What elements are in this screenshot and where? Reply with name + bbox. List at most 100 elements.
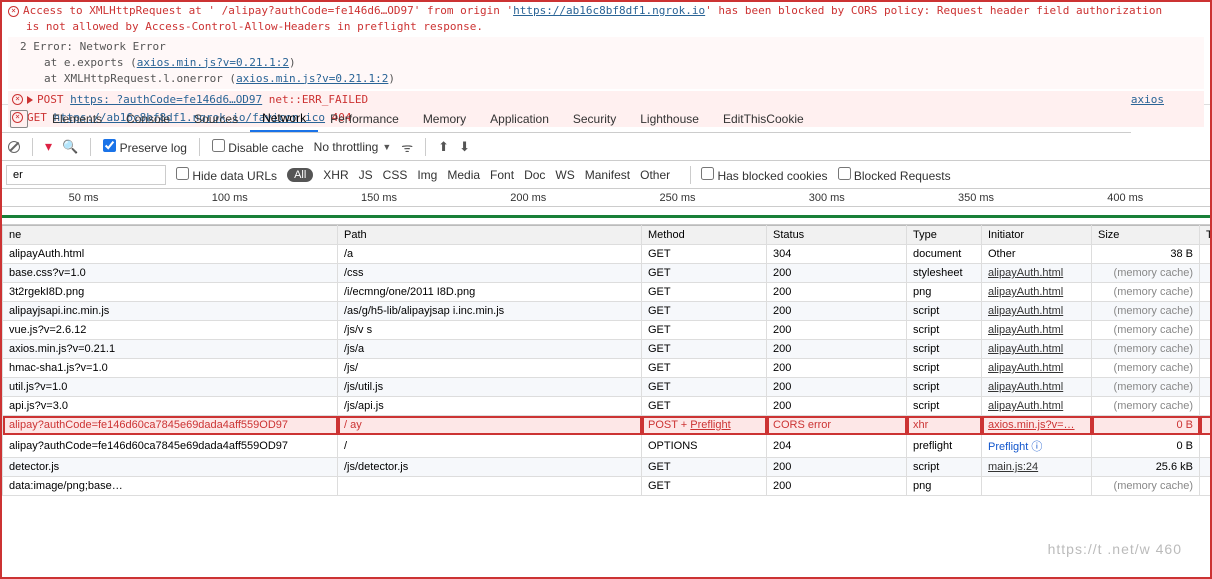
initiator-link[interactable]: alipayAuth.html <box>988 381 1063 393</box>
separator <box>425 138 426 156</box>
initiator-link[interactable]: alipayAuth.html <box>988 267 1063 279</box>
timeline-tick: 300 ms <box>809 192 845 204</box>
preflight-link[interactable]: Preflight <box>690 419 730 431</box>
separator <box>32 138 33 156</box>
column-header[interactable]: Tim <box>1200 226 1211 245</box>
table-row[interactable]: alipayjsapi.inc.min.js/as/g/h5-lib/alipa… <box>3 302 1211 321</box>
filter-type-manifest[interactable]: Manifest <box>585 168 630 182</box>
initiator-link[interactable]: main.js:24 <box>988 461 1038 473</box>
tab-lighthouse[interactable]: Lighthouse <box>628 105 711 132</box>
network-filter-bar: Hide data URLs All XHR JS CSS Img Media Font D… <box>2 161 1210 189</box>
tab-console[interactable]: Console <box>114 105 182 132</box>
stack-link[interactable]: axios.min.js?v=0.21.1:2 <box>236 72 388 85</box>
expand-icon[interactable] <box>27 96 33 104</box>
timeline-tick: 350 ms <box>958 192 994 204</box>
column-header[interactable]: Size <box>1092 226 1200 245</box>
download-har-icon[interactable]: ⬇ <box>459 139 470 155</box>
network-error-title: 2 Error: Network Error <box>20 39 1204 55</box>
tab-network[interactable]: Network <box>250 105 318 132</box>
network-error-message: 2 Error: Network Error at e.exports (axi… <box>8 37 1204 89</box>
tab-application[interactable]: Application <box>478 105 561 132</box>
throttling-select[interactable]: No throttling ▼ <box>314 140 392 154</box>
stack-link[interactable]: axios.min.js?v=0.21.1:2 <box>137 56 289 69</box>
table-row[interactable]: data:image/png;base…GET200png(memory cac… <box>3 477 1211 496</box>
source-link[interactable]: axios <box>1131 92 1164 108</box>
failed-url-link[interactable]: https: ?authCode=fe146d6…OD97 <box>70 93 262 106</box>
filter-type-css[interactable]: CSS <box>383 168 408 182</box>
initiator-link[interactable]: alipayAuth.html <box>988 362 1063 374</box>
initiator-link[interactable]: alipayAuth.html <box>988 343 1063 355</box>
timeline-ruler[interactable]: 50 ms100 ms150 ms200 ms250 ms300 ms350 m… <box>2 189 1210 207</box>
timeline-tick: 200 ms <box>510 192 546 204</box>
watermark: https://t .net/w 460 <box>1048 541 1182 557</box>
blocked-cookies-checkbox[interactable]: Has blocked cookies <box>701 167 827 183</box>
filter-type-all[interactable]: All <box>287 168 313 182</box>
separator <box>690 166 691 184</box>
filter-type-media[interactable]: Media <box>447 168 480 182</box>
table-row[interactable]: alipayAuth.html/aGET304documentOther38 B <box>3 245 1211 264</box>
cors-error-message: × Access to XMLHttpRequest at ' /alipay?a… <box>8 3 1204 35</box>
timeline-graph[interactable] <box>2 207 1210 225</box>
cors-text: Access to XMLHttpRequest at ' /alipay?au… <box>23 4 513 17</box>
filter-type-xhr[interactable]: XHR <box>323 168 348 182</box>
search-icon[interactable]: 🔍 <box>62 139 78 155</box>
initiator-link[interactable]: axios.min.js?v=… <box>988 419 1075 431</box>
table-row[interactable]: util.js?v=1.0/js/util.jsGET200scriptalip… <box>3 378 1211 397</box>
column-header[interactable]: Status <box>767 226 907 245</box>
tab-performance[interactable]: Performance <box>318 105 411 132</box>
preserve-log-checkbox[interactable]: Preserve log <box>103 139 187 155</box>
filter-type-other[interactable]: Other <box>640 168 670 182</box>
table-row[interactable]: api.js?v=3.0/js/api.jsGET200scriptalipay… <box>3 397 1211 416</box>
timeline-tick: 100 ms <box>212 192 248 204</box>
table-row[interactable]: alipay?authCode=fe146d60ca7845e69dada4af… <box>3 435 1211 458</box>
table-row[interactable]: base.css?v=1.0/cssGET200stylesheetalipay… <box>3 264 1211 283</box>
disable-cache-checkbox[interactable]: Disable cache <box>212 139 304 155</box>
cors-origin-link[interactable]: https://ab16c8bf8df1.ngrok.io <box>513 4 705 17</box>
separator <box>90 138 91 156</box>
table-row[interactable]: hmac-sha1.js?v=1.0/js/GET200scriptalipay… <box>3 359 1211 378</box>
filter-type-img[interactable]: Img <box>417 168 437 182</box>
filter-type-doc[interactable]: Doc <box>524 168 545 182</box>
error-icon: × <box>8 6 19 17</box>
blocked-requests-checkbox[interactable]: Blocked Requests <box>838 167 951 183</box>
filter-icon[interactable]: ▾ <box>45 138 52 155</box>
column-header[interactable]: Path <box>338 226 642 245</box>
initiator-link[interactable]: alipayAuth.html <box>988 286 1063 298</box>
timeline-tick: 50 ms <box>69 192 99 204</box>
filter-type-ws[interactable]: WS <box>555 168 574 182</box>
tab-elements[interactable]: Elements <box>40 105 114 132</box>
network-toolbar: ▾ 🔍 Preserve log Disable cache No thrott… <box>2 133 1210 161</box>
initiator-link[interactable]: alipayAuth.html <box>988 324 1063 336</box>
hide-data-urls-checkbox[interactable]: Hide data URLs <box>176 167 277 183</box>
initiator-link[interactable]: alipayAuth.html <box>988 400 1063 412</box>
upload-har-icon[interactable]: ⬆ <box>438 139 449 155</box>
tab-memory[interactable]: Memory <box>411 105 478 132</box>
table-row[interactable]: alipay?authCode=fe146d60ca7845e69dada4af… <box>3 416 1211 435</box>
tab-sources[interactable]: Sources <box>182 105 250 132</box>
filter-type-js[interactable]: JS <box>359 168 373 182</box>
column-header[interactable]: Type <box>907 226 982 245</box>
table-row[interactable]: vue.js?v=2.6.12/js/v sGET200scriptalipay… <box>3 321 1211 340</box>
column-header[interactable]: ne <box>3 226 338 245</box>
tab-editthiscookie[interactable]: EditThisCookie <box>711 105 816 132</box>
table-row[interactable]: detector.js/js/detector.jsGET200scriptma… <box>3 458 1211 477</box>
console-error-block: × Access to XMLHttpRequest at ' /alipay?a… <box>2 2 1210 105</box>
filter-type-font[interactable]: Font <box>490 168 514 182</box>
wifi-icon[interactable]: ᯤ <box>401 138 413 156</box>
column-header[interactable]: Initiator <box>982 226 1092 245</box>
chevron-down-icon: ▼ <box>382 142 391 152</box>
error-icon: × <box>12 94 23 105</box>
devtools-tabs: ElementsConsoleSourcesNetworkPerformance… <box>2 105 1131 133</box>
network-requests-table: nePathMethodStatusTypeInitiatorSizeTim a… <box>2 225 1210 577</box>
initiator-link[interactable]: alipayAuth.html <box>988 305 1063 317</box>
column-header[interactable]: Method <box>642 226 767 245</box>
stop-recording-icon[interactable] <box>8 141 20 153</box>
table-row[interactable]: 3t2rgekI8D.png/i/ecmng/one/2011 I8D.pngG… <box>3 283 1211 302</box>
inspect-icon[interactable] <box>10 110 28 128</box>
separator <box>199 138 200 156</box>
tab-security[interactable]: Security <box>561 105 628 132</box>
table-row[interactable]: axios.min.js?v=0.21.1/js/aGET200scriptal… <box>3 340 1211 359</box>
filter-input[interactable] <box>6 165 166 185</box>
timeline-tick: 400 ms <box>1107 192 1143 204</box>
timeline-tick: 250 ms <box>659 192 695 204</box>
